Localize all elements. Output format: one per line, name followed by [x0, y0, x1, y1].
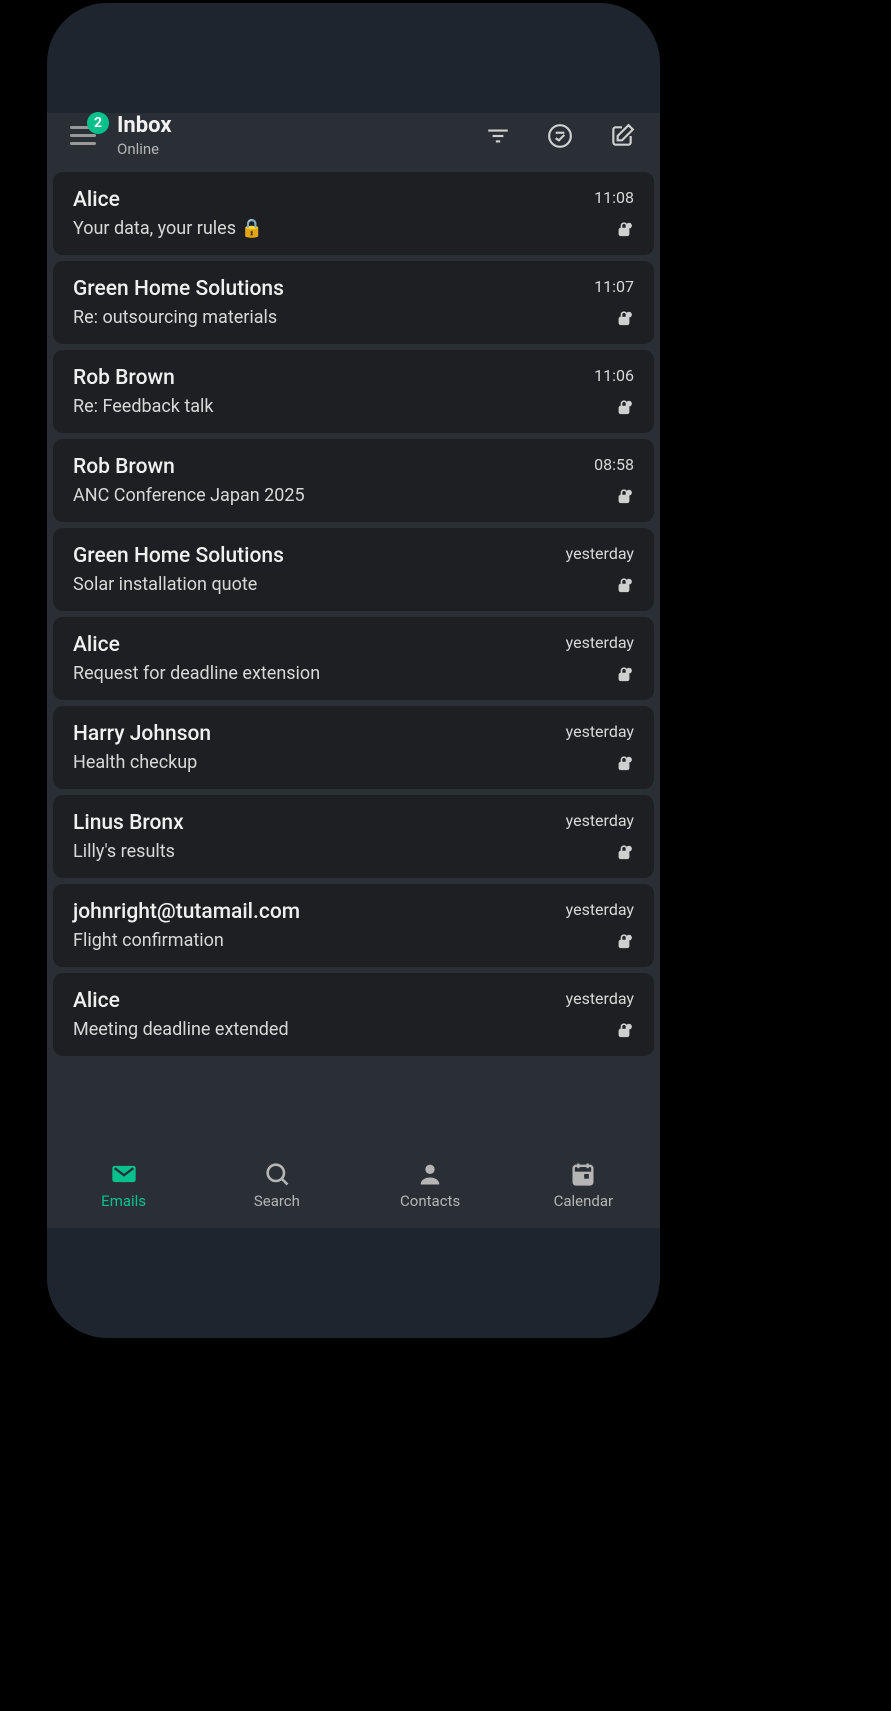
email-time: 11:07 — [594, 277, 634, 296]
encryption-icon — [614, 575, 634, 595]
encryption-icon — [614, 308, 634, 328]
email-sender: Alice — [73, 633, 320, 657]
app-header: 2 Inbox Online — [47, 113, 660, 172]
connection-status: Online — [117, 140, 172, 158]
email-row[interactable]: Alice Request for deadline extension yeste… — [53, 617, 654, 700]
email-right: 11:07 — [544, 277, 634, 328]
calendar-icon — [569, 1160, 597, 1188]
nav-calendar-label: Calendar — [554, 1192, 614, 1210]
email-left: Alice Your data, your rules 🔒 — [73, 188, 263, 239]
email-time: yesterday — [566, 989, 634, 1008]
email-row[interactable]: Linus Bronx Lilly's results yesterday — [53, 795, 654, 878]
email-right: yesterday — [544, 989, 634, 1040]
mail-icon — [110, 1160, 138, 1188]
email-left: Rob Brown ANC Conference Japan 2025 — [73, 455, 305, 506]
email-left: Linus Bronx Lilly's results — [73, 811, 184, 862]
encryption-icon — [614, 397, 634, 417]
folder-title: Inbox — [117, 113, 172, 138]
encryption-icon — [614, 219, 634, 239]
encryption-icon — [614, 931, 634, 951]
encryption-icon — [614, 1020, 634, 1040]
email-right: yesterday — [544, 633, 634, 684]
checklist-icon — [547, 123, 573, 149]
email-left: Alice Request for deadline extension — [73, 633, 320, 684]
email-subject: Request for deadline extension — [73, 663, 320, 684]
email-right: 11:08 — [544, 188, 634, 239]
email-row[interactable]: Alice Your data, your rules 🔒 11:08 — [53, 172, 654, 255]
email-subject: Re: Feedback talk — [73, 396, 214, 417]
email-row[interactable]: Harry Johnson Health checkup yesterday — [53, 706, 654, 789]
email-left: Rob Brown Re: Feedback talk — [73, 366, 214, 417]
header-titles: Inbox Online — [117, 113, 172, 158]
mark-read-button[interactable] — [540, 116, 580, 156]
email-sender: Rob Brown — [73, 455, 305, 479]
email-time: yesterday — [566, 544, 634, 563]
email-subject: Solar installation quote — [73, 574, 284, 595]
email-left: Alice Meeting deadline extended — [73, 989, 289, 1040]
email-time: yesterday — [566, 811, 634, 830]
search-icon — [263, 1160, 291, 1188]
email-right: 08:58 — [544, 455, 634, 506]
email-row[interactable]: Alice Meeting deadline extended yesterday — [53, 973, 654, 1056]
email-subject: Re: outsourcing materials — [73, 307, 284, 328]
email-right: yesterday — [544, 544, 634, 595]
email-subject: Flight confirmation — [73, 930, 300, 951]
nav-search-label: Search — [254, 1192, 300, 1210]
email-left: Green Home Solutions Solar installation q… — [73, 544, 284, 595]
email-row[interactable]: Green Home Solutions Solar installation q… — [53, 528, 654, 611]
filter-icon — [485, 123, 511, 149]
contacts-icon — [416, 1160, 444, 1188]
email-subject: Your data, your rules 🔒 — [73, 218, 263, 239]
menu-button[interactable]: 2 — [65, 118, 101, 154]
email-subject: Meeting deadline extended — [73, 1019, 289, 1040]
email-sender: Alice — [73, 989, 289, 1013]
email-right: 11:06 — [544, 366, 634, 417]
email-left: johnright@tutamail.com Flight confirmatio… — [73, 900, 300, 951]
filter-button[interactable] — [478, 116, 518, 156]
email-sender: Harry Johnson — [73, 722, 211, 746]
email-time: yesterday — [566, 900, 634, 919]
encryption-icon — [614, 842, 634, 862]
bottom-nav: Emails Search Contacts Calendar — [47, 1151, 660, 1228]
email-time: yesterday — [566, 633, 634, 652]
app-screen: 2 Inbox Online Alice Your data, your rule… — [47, 113, 660, 1228]
email-left: Green Home Solutions Re: outsourcing mate… — [73, 277, 284, 328]
email-right: yesterday — [544, 811, 634, 862]
email-row[interactable]: johnright@tutamail.com Flight confirmatio… — [53, 884, 654, 967]
compose-button[interactable] — [602, 116, 642, 156]
email-time: 08:58 — [594, 455, 634, 474]
email-list: Alice Your data, your rules 🔒 11:08 Green H… — [47, 172, 660, 1151]
encryption-icon — [614, 486, 634, 506]
nav-contacts-label: Contacts — [400, 1192, 460, 1210]
email-row[interactable]: Rob Brown Re: Feedback talk 11:06 — [53, 350, 654, 433]
email-time: yesterday — [566, 722, 634, 741]
email-right: yesterday — [544, 722, 634, 773]
email-right: yesterday — [544, 900, 634, 951]
email-subject: ANC Conference Japan 2025 — [73, 485, 305, 506]
nav-calendar[interactable]: Calendar — [507, 1160, 660, 1210]
unread-badge: 2 — [87, 112, 109, 134]
encryption-icon — [614, 753, 634, 773]
email-row[interactable]: Rob Brown ANC Conference Japan 2025 08:58 — [53, 439, 654, 522]
email-subject: Health checkup — [73, 752, 211, 773]
device-frame: 2 Inbox Online Alice Your data, your rule… — [47, 3, 660, 1338]
email-sender: Green Home Solutions — [73, 277, 284, 301]
email-sender: Rob Brown — [73, 366, 214, 390]
email-time: 11:08 — [594, 188, 634, 207]
nav-search[interactable]: Search — [200, 1160, 353, 1210]
nav-emails-label: Emails — [101, 1192, 146, 1210]
nav-emails[interactable]: Emails — [47, 1160, 200, 1210]
email-left: Harry Johnson Health checkup — [73, 722, 211, 773]
compose-icon — [609, 123, 635, 149]
encryption-icon — [614, 664, 634, 684]
email-time: 11:06 — [594, 366, 634, 385]
email-sender: Linus Bronx — [73, 811, 184, 835]
email-subject: Lilly's results — [73, 841, 184, 862]
email-sender: johnright@tutamail.com — [73, 900, 300, 924]
nav-contacts[interactable]: Contacts — [354, 1160, 507, 1210]
email-sender: Green Home Solutions — [73, 544, 284, 568]
email-sender: Alice — [73, 188, 263, 212]
email-row[interactable]: Green Home Solutions Re: outsourcing mate… — [53, 261, 654, 344]
